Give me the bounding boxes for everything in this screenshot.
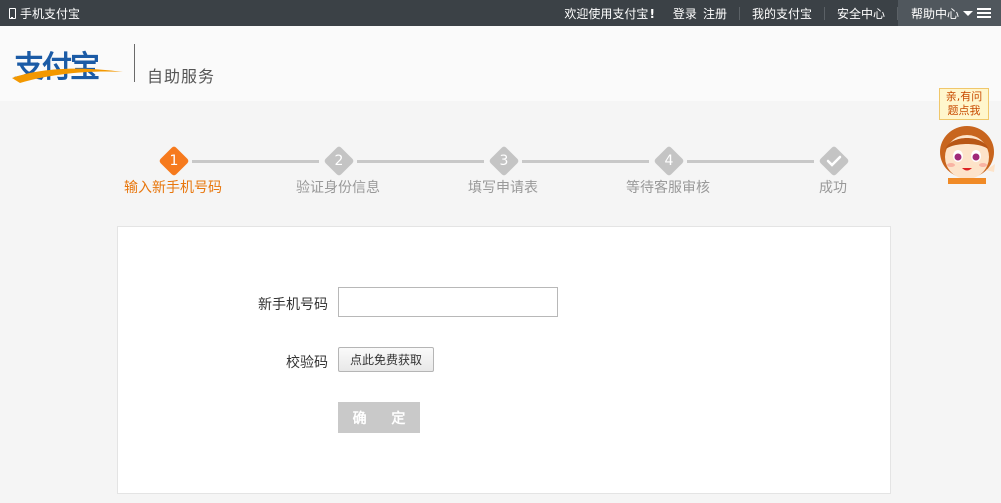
new-phone-input[interactable]	[338, 287, 558, 317]
menu-icon	[977, 8, 991, 18]
get-code-button[interactable]: 点此免费获取	[338, 347, 434, 372]
step-connector	[687, 160, 814, 163]
step-3-label: 填写申请表	[468, 180, 538, 196]
my-alipay-link[interactable]: 我的支付宝	[740, 5, 824, 22]
top-right-links: 欢迎使用支付宝! 登录 注册 我的支付宝 安全中心 帮助中心	[564, 0, 1001, 26]
mobile-alipay-link[interactable]: 手机支付宝	[9, 0, 80, 26]
confirm-button[interactable]: 确 定	[338, 402, 420, 433]
step-3-marker: 3	[488, 145, 520, 177]
page-header: 支付宝 自助服务	[0, 26, 1001, 101]
logo-swoosh-icon	[12, 68, 123, 83]
verification-code-label: 校验码	[286, 355, 328, 371]
help-center-menu[interactable]: 帮助中心	[897, 0, 1001, 26]
step-connector	[357, 160, 484, 163]
step-connector	[192, 160, 319, 163]
check-icon	[826, 155, 842, 167]
chevron-down-icon	[963, 10, 973, 16]
security-center-link[interactable]: 安全中心	[825, 5, 897, 22]
step-1-marker: 1	[158, 145, 190, 177]
help-bubble[interactable]: 亲,有问 题点我	[939, 88, 989, 120]
step-4-label: 等待客服审核	[626, 180, 710, 196]
mobile-alipay-label: 手机支付宝	[20, 6, 81, 21]
register-link[interactable]: 注册	[701, 5, 739, 22]
header-divider	[134, 44, 135, 82]
top-navigation-bar: 手机支付宝 欢迎使用支付宝! 登录 注册 我的支付宝 安全中心 帮助中心	[0, 0, 1001, 26]
step-5-label: 成功	[819, 180, 847, 196]
progress-steps: 1 2 3 4 输入新手机号码 验证身份信息 填写申请表 等待客服审核 成功	[0, 101, 1001, 226]
phone-change-form: 新手机号码 校验码 点此免费获取 确 定	[117, 226, 891, 494]
step-2-marker: 2	[323, 145, 355, 177]
welcome-text: 欢迎使用支付宝!	[564, 6, 655, 21]
step-connector	[522, 160, 649, 163]
step-5-marker	[818, 145, 850, 177]
step-2-label: 验证身份信息	[296, 180, 380, 196]
mascot-girl-icon	[940, 126, 995, 184]
step-4-marker: 4	[653, 145, 685, 177]
help-center-label: 帮助中心	[910, 6, 959, 21]
alipay-logo[interactable]: 支付宝	[10, 40, 125, 85]
page-title: 自助服务	[147, 67, 216, 86]
mobile-phone-icon	[9, 7, 16, 19]
customer-service-mascot[interactable]: 亲,有问 题点我	[934, 86, 1001, 188]
phone-label: 新手机号码	[258, 297, 328, 313]
step-1-label: 输入新手机号码	[124, 180, 222, 196]
login-link[interactable]: 登录	[661, 5, 701, 22]
